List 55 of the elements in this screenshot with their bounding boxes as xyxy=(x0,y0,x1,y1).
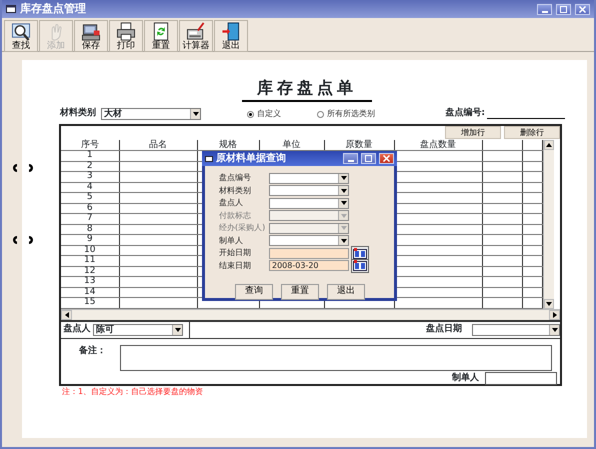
column-header: 品名 xyxy=(119,140,197,150)
field-label: 制单人 xyxy=(219,234,244,247)
dialog-button[interactable]: 重置 xyxy=(281,284,319,300)
field-label: 结束日期 xyxy=(219,260,252,272)
row-number: 5 xyxy=(61,192,119,203)
field-label: 材料类别 xyxy=(60,107,96,120)
radio-option[interactable]: 所有所选类别 xyxy=(317,108,375,120)
row-number: 11 xyxy=(61,256,119,266)
row-number: 13 xyxy=(61,276,119,287)
row-number: 7 xyxy=(61,214,119,224)
field-label: 材料类别 xyxy=(219,184,252,197)
row-number: 15 xyxy=(61,298,119,308)
row-number: 1 xyxy=(61,150,119,161)
field-label: 盘点编号 xyxy=(219,172,252,184)
toolbar-button[interactable]: 保存 xyxy=(74,20,108,52)
field-label: 盘点日期 xyxy=(426,322,462,336)
toolbar-button[interactable]: 查找 xyxy=(4,20,38,52)
row-number: 6 xyxy=(61,203,119,214)
radio-option[interactable]: 自定义 xyxy=(247,108,281,120)
table-action-button[interactable]: 增加行 xyxy=(445,126,501,139)
counter-select[interactable]: 陈可 xyxy=(93,324,183,336)
field-label: 盘点人 xyxy=(64,322,90,336)
row-number: 4 xyxy=(61,182,119,192)
field-label: 盘点人 xyxy=(219,197,244,210)
note-text: 注：1、自定义为：自己选择要盘的物资 xyxy=(62,386,204,398)
field-label: 经办(采购人) xyxy=(219,222,266,234)
dialog-button[interactable]: 退出 xyxy=(327,284,365,300)
field-label: 盘点编号: xyxy=(445,107,485,120)
dialog-title: 原材料单据查询 xyxy=(216,152,286,166)
field-label: 制单人 xyxy=(452,372,479,385)
row-number: 12 xyxy=(61,266,119,276)
category-select[interactable]: 大材 xyxy=(101,108,201,120)
date-field[interactable]: 2008-03-20 xyxy=(269,260,349,272)
window-title: 库存盘点管理 xyxy=(20,0,86,17)
toolbar-button[interactable]: 打印 xyxy=(109,20,143,52)
table-action-button[interactable]: 删除行 xyxy=(504,126,560,139)
row-number: 3 xyxy=(61,172,119,182)
field-label: 付款标志 xyxy=(219,210,252,222)
toolbar-button[interactable]: 重置 xyxy=(144,20,178,52)
row-number: 8 xyxy=(61,224,119,234)
toolbar-button[interactable]: 计算器 xyxy=(179,20,213,52)
column-header: 盘点数量 xyxy=(394,140,482,150)
column-header: 规格 xyxy=(197,140,259,150)
row-number: 9 xyxy=(61,234,119,245)
column-header: 原数量 xyxy=(324,140,394,150)
row-number: 14 xyxy=(61,287,119,298)
row-number: 2 xyxy=(61,161,119,172)
row-number: 10 xyxy=(61,245,119,256)
column-header: 序号 xyxy=(61,140,119,150)
field-label: 备注： xyxy=(79,344,106,358)
dialog-button[interactable]: 查询 xyxy=(235,284,273,300)
field-label: 开始日期 xyxy=(219,247,252,260)
toolbar-button[interactable]: 退出 xyxy=(214,20,248,52)
document-title: 库存盘点单 xyxy=(242,76,372,102)
column-header: 单位 xyxy=(259,140,324,150)
